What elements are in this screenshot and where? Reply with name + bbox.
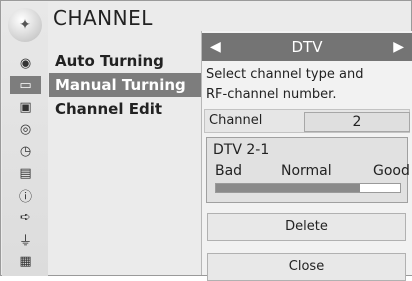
signal-dish-icon[interactable]: ◉ bbox=[10, 54, 41, 72]
signal-good-label: Good bbox=[373, 163, 410, 179]
channel-type-selector[interactable]: ◀ DTV ▶ bbox=[202, 33, 412, 61]
signal-bad-label: Bad bbox=[215, 163, 243, 179]
channel-number-field[interactable]: 2 bbox=[304, 112, 410, 132]
signal-strength-box: DTV 2-1 Bad Normal Good bbox=[206, 137, 410, 203]
lock-icon[interactable]: ▤ bbox=[10, 164, 41, 182]
tv-screen-icon[interactable]: ▭ bbox=[10, 76, 41, 94]
close-button[interactable]: Close bbox=[207, 253, 406, 281]
manual-tuning-panel: ◀ DTV ▶ Select channel type and RF-chann… bbox=[201, 31, 412, 281]
signal-strength-fill bbox=[216, 184, 360, 192]
menu-item-auto-turning[interactable]: Auto Turning bbox=[49, 49, 201, 73]
instruction-line-1: Select channel type and bbox=[206, 67, 364, 82]
osd-frame: ✦ ◉ ▭ ▣ ◎ ◷ ▤ ⓘ ➪ ⏚ ▦ CHANNEL Auto Turni… bbox=[0, 0, 412, 281]
delete-button[interactable]: Delete bbox=[207, 213, 406, 241]
instruction-text: Select channel type and RF-channel numbe… bbox=[206, 65, 363, 105]
option-icon[interactable]: ◎ bbox=[10, 120, 41, 138]
signal-channel-name: DTV 2-1 bbox=[213, 142, 270, 158]
category-icon-strip: ✦ ◉ ▭ ▣ ◎ ◷ ▤ ⓘ ➪ ⏚ ▦ bbox=[2, 2, 48, 276]
menu-item-channel-edit[interactable]: Channel Edit bbox=[49, 97, 201, 121]
movie-clapper-icon[interactable]: ▦ bbox=[10, 252, 41, 270]
channel-menu: Auto Turning Manual Turning Channel Edit bbox=[49, 49, 201, 121]
usb-icon[interactable]: ⏚ bbox=[10, 230, 41, 249]
signal-strength-bar bbox=[215, 183, 401, 193]
channel-dish-icon: ✦ bbox=[8, 8, 42, 42]
channel-label: Channel bbox=[209, 113, 263, 128]
channel-type-value: DTV bbox=[291, 38, 323, 56]
right-arrow-icon[interactable]: ▶ bbox=[393, 39, 404, 55]
info-icon[interactable]: ⓘ bbox=[10, 186, 41, 205]
clock-icon[interactable]: ◷ bbox=[10, 142, 41, 160]
signal-normal-label: Normal bbox=[281, 163, 332, 179]
channel-row: Channel 2 bbox=[204, 109, 410, 133]
left-arrow-icon[interactable]: ◀ bbox=[210, 39, 221, 55]
input-plug-icon[interactable]: ➪ bbox=[10, 208, 41, 226]
page-title: CHANNEL bbox=[53, 6, 153, 30]
display-icon[interactable]: ▣ bbox=[10, 98, 41, 116]
menu-item-manual-turning[interactable]: Manual Turning bbox=[49, 73, 201, 97]
instruction-line-2: RF-channel number. bbox=[206, 87, 337, 102]
